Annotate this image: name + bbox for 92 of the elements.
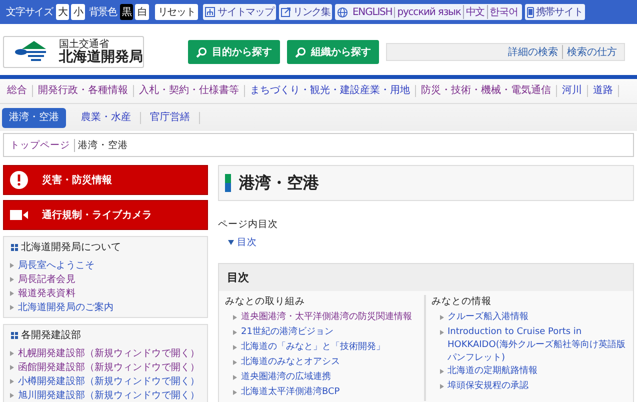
- panel-title: 各開発建設部: [21, 328, 81, 342]
- bullet-icon: [233, 390, 237, 395]
- down-triangle-icon: [228, 240, 234, 245]
- links-button[interactable]: リンク集: [278, 4, 332, 20]
- bullet-icon: [10, 350, 14, 356]
- sidebar-link[interactable]: 函館開発建設部（新規ウィンドウで開く）: [18, 360, 200, 374]
- bullet-icon: [10, 262, 14, 268]
- search-link[interactable]: 検索の仕方: [562, 45, 621, 59]
- page-title: 港湾・空港: [239, 172, 319, 194]
- bullet-icon: [233, 375, 237, 380]
- background-color-button[interactable]: 黒: [120, 4, 134, 20]
- panel-title: 北海道開発局について: [21, 240, 121, 254]
- nav-link[interactable]: 河川: [557, 85, 588, 97]
- sidebar-link[interactable]: 旭川開発建設部（新規ウィンドウで開く）: [18, 388, 200, 402]
- bullet-icon: [10, 392, 14, 398]
- alert-button[interactable]: 災害・防災情報: [3, 165, 208, 195]
- bullet-icon: [10, 290, 14, 296]
- grid-icon: [11, 244, 18, 250]
- toc-item-link[interactable]: 道央圏港湾・太平洋側港湾の防災関連情報: [241, 311, 412, 324]
- external-link-icon: [280, 7, 291, 17]
- toc-item-link[interactable]: 北海道の定期航路情報: [448, 365, 538, 378]
- bullet-icon: [233, 330, 237, 335]
- bullet-icon: [440, 315, 444, 320]
- background-color-button[interactable]: 白: [135, 4, 149, 20]
- font-size-button[interactable]: 大: [56, 4, 70, 20]
- bullet-icon: [233, 345, 237, 350]
- bullet-icon: [10, 276, 14, 282]
- breadcrumb-link[interactable]: トップページ: [10, 138, 75, 152]
- breadcrumb-current: 港湾・空港: [78, 138, 128, 152]
- toc-item-link[interactable]: 道央圏港湾の広域連携: [241, 371, 331, 384]
- search-button[interactable]: 目的から探す: [188, 40, 280, 64]
- language-link[interactable]: 한국어: [486, 5, 520, 19]
- reset-button[interactable]: リセット: [154, 4, 198, 20]
- search-button[interactable]: 組織から探す: [287, 40, 379, 64]
- exclamation-icon: [10, 171, 28, 189]
- nav-link[interactable]: 開発行政・各種情報: [33, 85, 134, 97]
- search-field[interactable]: 詳細の検索 検索の仕方: [386, 43, 625, 61]
- nav-link[interactable]: 総合: [2, 85, 33, 97]
- nav-link[interactable]: まちづくり・観光・建設産業・用地: [245, 85, 416, 97]
- nav-link[interactable]: 道路: [588, 85, 619, 97]
- font-size-button[interactable]: 小: [71, 4, 85, 20]
- phone-icon: [526, 6, 534, 18]
- nav-tab[interactable]: 官庁営繕: [141, 112, 200, 124]
- bullet-icon: [233, 315, 237, 320]
- language-link[interactable]: русский язык: [394, 6, 463, 18]
- globe-icon: [337, 6, 348, 18]
- background-color-label: 背景色: [88, 6, 118, 19]
- sidebar-link[interactable]: 局長記者会見: [18, 272, 76, 286]
- bullet-icon: [440, 369, 444, 374]
- logo-subtitle: 国土交通省: [59, 38, 109, 50]
- toc-item-link[interactable]: 北海道の「みなと」と「技術開発」: [241, 341, 385, 354]
- toc-heading: みなとの取り組み: [225, 295, 306, 308]
- video-camera-icon: [10, 209, 28, 221]
- nav-tab[interactable]: 港湾・空港: [2, 108, 66, 128]
- sidebar-link[interactable]: 北海道開発局のご案内: [18, 300, 114, 314]
- color-bar-icon: [225, 174, 231, 192]
- search-icon: [295, 46, 306, 58]
- toc-item-link[interactable]: 21世紀の港湾ビジョン: [241, 326, 334, 339]
- grid-icon: [11, 332, 18, 338]
- alert-button[interactable]: 通行規制・ライブカメラ: [3, 200, 208, 230]
- toc-item-link[interactable]: 北海道太平洋側港湾BCP: [241, 386, 340, 399]
- bullet-icon: [10, 364, 14, 370]
- font-size-label: 文字サイズ: [6, 6, 54, 19]
- bullet-icon: [10, 378, 14, 384]
- nav-link[interactable]: 入札・契約・仕様書等: [134, 85, 245, 97]
- bullet-icon: [440, 384, 444, 389]
- sitemap-icon: [205, 7, 216, 17]
- logo-box[interactable]: 国土交通省 北海道開発局: [3, 36, 144, 68]
- toc-item-link[interactable]: 北海道のみなとオアシス: [241, 356, 340, 369]
- page-toc-label: ページ内目次: [218, 218, 279, 231]
- language-link[interactable]: 中文: [462, 5, 487, 19]
- toc-link[interactable]: 目次: [228, 236, 634, 249]
- toc-item-link[interactable]: 埠頭保安規程の承認: [448, 380, 528, 393]
- sidebar-link[interactable]: 報道発表資料: [18, 286, 76, 300]
- sidebar-link[interactable]: 小樽開発建設部（新規ウィンドウで開く）: [18, 374, 200, 388]
- bullet-icon: [10, 304, 14, 310]
- language-link[interactable]: ENGLISH: [350, 6, 394, 18]
- bullet-icon: [440, 330, 444, 335]
- toc-item-link[interactable]: Introduction to Cruise Ports in HOKKAIDO(海外クルーズ船社等向け英語版パンフレット): [448, 326, 627, 365]
- sitemap-button[interactable]: サイトマップ: [203, 4, 276, 20]
- logo-title: 北海道開発局: [59, 50, 143, 66]
- sidebar-link[interactable]: 局長室へようこそ: [18, 258, 94, 272]
- toc-heading: みなとの情報: [432, 295, 492, 308]
- mobile-site-button[interactable]: 携帯サイト: [524, 4, 585, 20]
- toc-item-link[interactable]: クルーズ船入港情報: [448, 311, 528, 324]
- search-link[interactable]: 詳細の検索: [504, 45, 562, 59]
- nav-tab[interactable]: 農業・水産: [72, 112, 141, 124]
- toc-title: 目次: [219, 264, 633, 291]
- nav-link[interactable]: 防災・技術・機械・電気通信: [416, 85, 557, 97]
- search-icon: [196, 46, 207, 58]
- sidebar-link[interactable]: 札幌開発建設部（新規ウィンドウで開く）: [18, 346, 200, 360]
- bullet-icon: [233, 360, 237, 365]
